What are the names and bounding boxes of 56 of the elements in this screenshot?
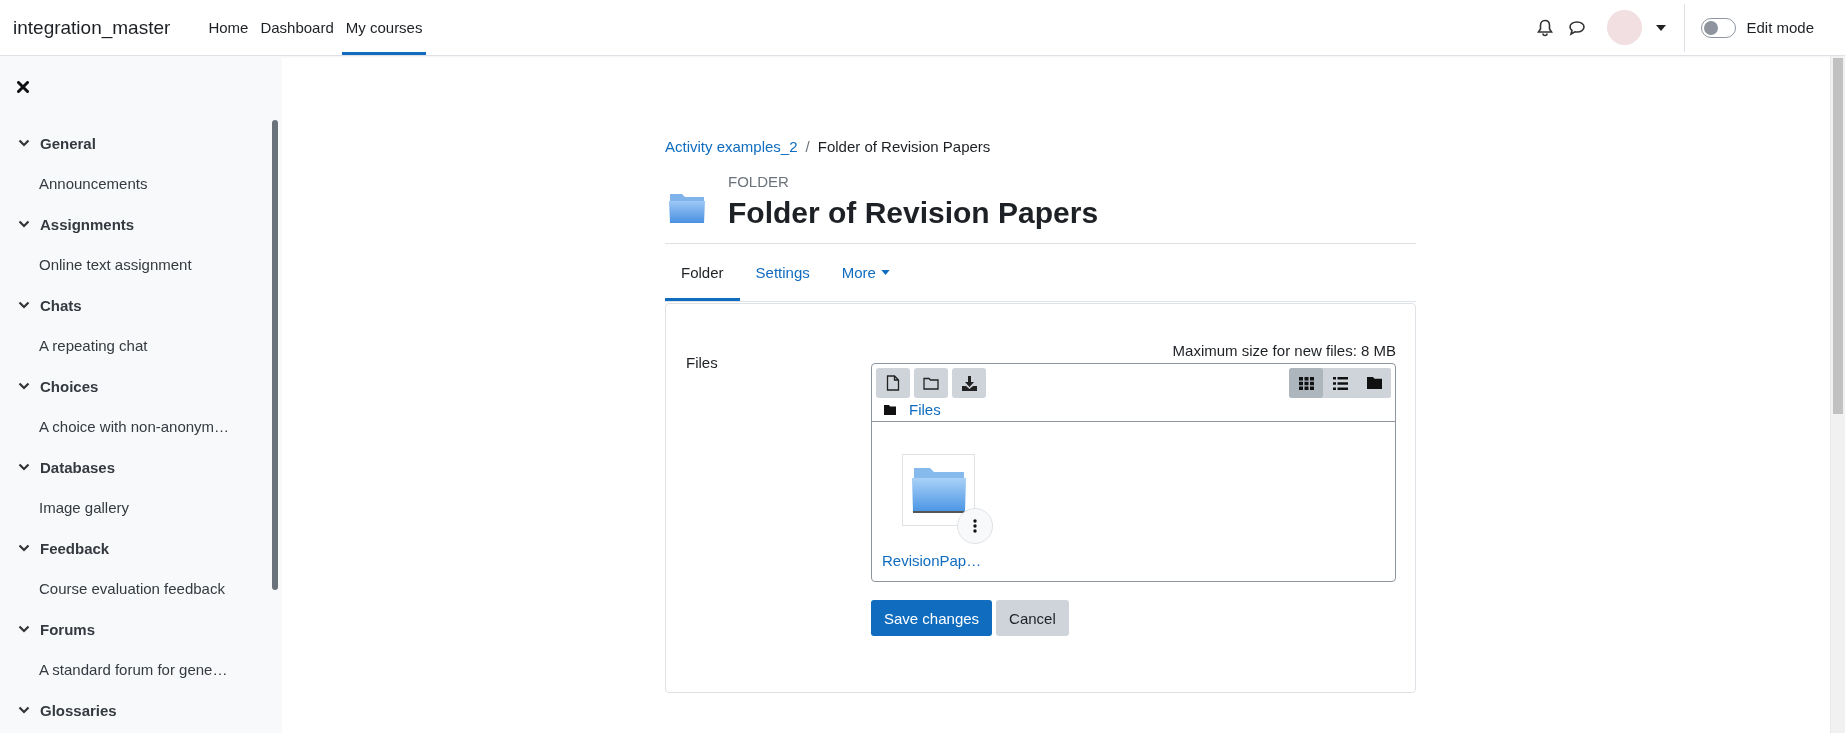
section-title[interactable]: Databases xyxy=(40,458,116,476)
course-index-item[interactable]: Image gallery xyxy=(17,487,130,528)
nav-link[interactable]: My courses xyxy=(341,0,427,55)
course-index-item[interactable]: Online text assignment xyxy=(17,244,192,285)
scrollbar-thumb[interactable] xyxy=(272,120,278,590)
breadcrumb-current: Folder of Revision Papers xyxy=(817,137,991,155)
caret-icon[interactable] xyxy=(1656,24,1667,31)
site-name[interactable]: integration_master xyxy=(13,16,171,39)
breadcrumb-link[interactable]: Activity examples_2 xyxy=(665,137,798,155)
download-button[interactable] xyxy=(952,368,986,398)
field-label: Files xyxy=(686,354,719,373)
nav-link[interactable]: Home xyxy=(204,0,253,55)
cancel-button[interactable]: Cancel xyxy=(996,600,1069,636)
scrollbar-thumb[interactable] xyxy=(1833,58,1843,414)
course-index-item[interactable]: A repeating chat xyxy=(17,325,148,366)
file-icon xyxy=(886,375,900,391)
save-button[interactable]: Save changes xyxy=(871,600,993,636)
file-thumbnail[interactable] xyxy=(902,454,975,526)
tab[interactable]: Folder xyxy=(665,244,740,301)
file-name[interactable]: RevisionPap… xyxy=(882,552,982,569)
breadcrumb-separator: / xyxy=(805,137,810,155)
section-title[interactable]: Assignments xyxy=(40,215,135,233)
activity-type-label: FOLDER xyxy=(728,173,789,190)
section-title[interactable]: Forums xyxy=(40,620,95,638)
grid-icon xyxy=(1298,376,1314,390)
nav-link[interactable]: Dashboard xyxy=(256,0,338,55)
list-icon xyxy=(1332,376,1348,390)
create-folder-button[interactable] xyxy=(914,368,948,398)
more-options-button[interactable] xyxy=(957,508,993,544)
folder-icon xyxy=(668,191,706,225)
course-index-item[interactable]: A standard forum for gene… xyxy=(17,649,228,690)
chat-bubble-icon[interactable] xyxy=(1568,19,1587,36)
max-size-note: Maximum size for new files: 8 MB xyxy=(1172,342,1396,359)
download-icon xyxy=(961,375,977,391)
edit-mode-label: Edit mode xyxy=(1746,19,1814,36)
edit-mode-toggle[interactable] xyxy=(1701,17,1737,38)
course-index-item[interactable]: Announcements xyxy=(17,163,148,204)
tab[interactable]: More xyxy=(825,244,906,301)
page-title: Folder of Revision Papers xyxy=(728,195,1099,231)
folder-icon xyxy=(923,376,939,390)
kebab-icon xyxy=(973,519,977,533)
bell-icon[interactable] xyxy=(1537,18,1554,37)
section-title[interactable]: Chats xyxy=(40,296,82,314)
section-title[interactable]: General xyxy=(40,134,96,152)
course-index-item[interactable]: A choice with non-anonym… xyxy=(17,406,230,447)
close-icon[interactable] xyxy=(17,81,29,93)
add-file-button[interactable] xyxy=(876,368,910,398)
section-title[interactable]: Glossaries xyxy=(40,701,117,719)
section-title[interactable]: Choices xyxy=(40,377,99,395)
tab[interactable]: Settings xyxy=(739,244,826,301)
folder-icon xyxy=(1366,377,1382,389)
section-title[interactable]: Feedback xyxy=(40,539,110,557)
grid-view-button[interactable] xyxy=(1289,368,1323,398)
course-index-item[interactable]: Course evaluation feedback xyxy=(17,568,225,609)
path-link[interactable]: Files xyxy=(909,401,941,418)
folder-icon xyxy=(884,404,896,415)
